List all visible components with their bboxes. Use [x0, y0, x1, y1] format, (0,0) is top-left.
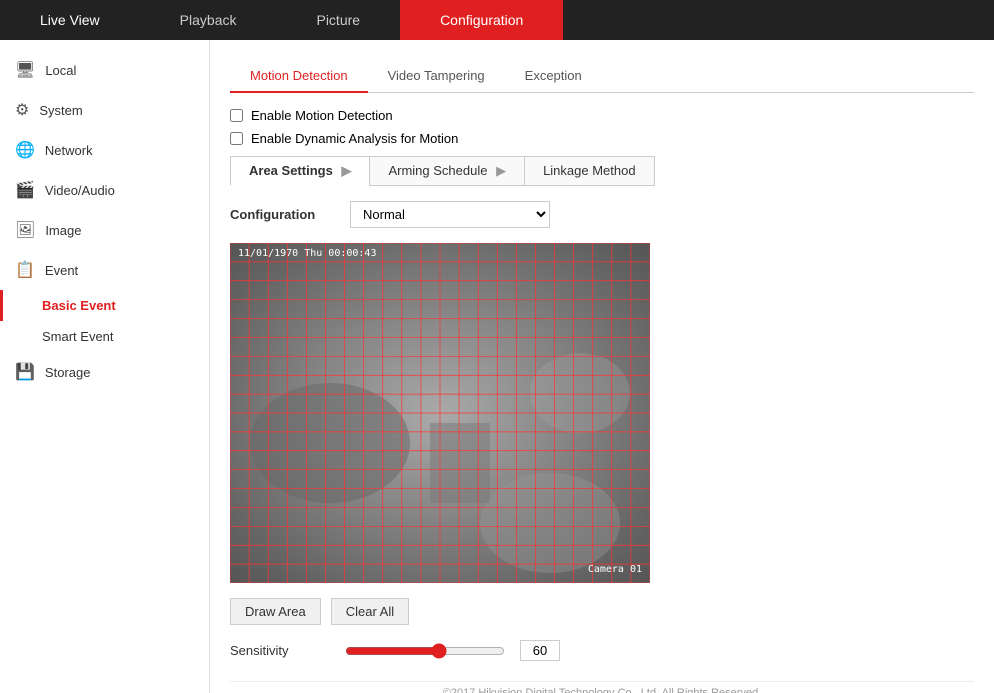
tab-motion-detection[interactable]: Motion Detection	[230, 60, 368, 93]
sidebar-item-system[interactable]: ⚙ System	[0, 90, 209, 130]
arming-schedule-arrow: ▶	[496, 163, 506, 179]
footer: ©2017 Hikvision Digital Technology Co., …	[230, 681, 974, 693]
nav-configuration[interactable]: Configuration	[400, 0, 563, 40]
sidebar-item-local[interactable]: 🖥 Local	[0, 50, 209, 90]
camera-label: Camera 01	[588, 564, 642, 575]
enable-motion-row: Enable Motion Detection	[230, 108, 974, 123]
nav-playback[interactable]: Playback	[140, 0, 277, 40]
area-settings-arrow: ▶	[341, 163, 351, 179]
sub-tab-arming-schedule[interactable]: Arming Schedule ▶	[369, 156, 524, 186]
network-icon: 🌐	[15, 140, 35, 160]
top-navigation: Live View Playback Picture Configuration	[0, 0, 994, 40]
content-area: Motion Detection Video Tampering Excepti…	[210, 40, 994, 693]
sensitivity-slider[interactable]	[345, 643, 505, 659]
tab-exception[interactable]: Exception	[505, 60, 602, 93]
local-icon: 🖥	[15, 60, 35, 80]
button-row: Draw Area Clear All	[230, 598, 974, 625]
sensitivity-row: Sensitivity	[230, 640, 974, 661]
nav-live-view[interactable]: Live View	[0, 0, 140, 40]
camera-timestamp: 11/01/1970 Thu 00:00:43	[238, 248, 376, 259]
storage-icon: 💾	[15, 362, 35, 382]
sidebar-item-storage[interactable]: 💾 Storage	[0, 352, 209, 392]
configuration-select[interactable]: Normal Expert	[350, 201, 550, 228]
nav-picture[interactable]: Picture	[276, 0, 400, 40]
sub-tab-area-settings[interactable]: Area Settings ▶	[230, 156, 369, 186]
main-tabs: Motion Detection Video Tampering Excepti…	[230, 60, 974, 93]
enable-dynamic-label: Enable Dynamic Analysis for Motion	[251, 131, 458, 146]
sidebar-sub-item-basic-event[interactable]: Basic Event	[0, 290, 209, 321]
tab-video-tampering[interactable]: Video Tampering	[368, 60, 505, 93]
sidebar-item-event[interactable]: 📋 Event	[0, 250, 209, 290]
sidebar-item-network[interactable]: 🌐 Network	[0, 130, 209, 170]
event-icon: 📋	[15, 260, 35, 280]
enable-motion-checkbox[interactable]	[230, 109, 243, 122]
image-icon: 🖼	[15, 220, 35, 240]
sub-tabs: Area Settings ▶ Arming Schedule ▶ Linkag…	[230, 156, 974, 186]
sidebar-item-image[interactable]: 🖼 Image	[0, 210, 209, 250]
sidebar-item-videoaudio[interactable]: 🎬 Video/Audio	[0, 170, 209, 210]
clear-all-button[interactable]: Clear All	[331, 598, 409, 625]
sensitivity-value-input[interactable]	[520, 640, 560, 661]
configuration-label: Configuration	[230, 207, 350, 222]
motion-grid-container[interactable]: 11/01/1970 Thu 00:00:43 Camera 01	[230, 243, 650, 583]
sidebar: 🖥 Local ⚙ System 🌐 Network 🎬 Video/Audio…	[0, 40, 210, 693]
sidebar-sub-item-smart-event[interactable]: Smart Event	[0, 321, 209, 352]
sub-tab-linkage-method[interactable]: Linkage Method	[524, 156, 655, 186]
main-layout: 🖥 Local ⚙ System 🌐 Network 🎬 Video/Audio…	[0, 40, 994, 693]
enable-motion-label: Enable Motion Detection	[251, 108, 393, 123]
system-icon: ⚙	[15, 100, 29, 120]
draw-area-button[interactable]: Draw Area	[230, 598, 321, 625]
sensitivity-label: Sensitivity	[230, 643, 330, 658]
configuration-row: Configuration Normal Expert	[230, 201, 974, 228]
enable-dynamic-row: Enable Dynamic Analysis for Motion	[230, 131, 974, 146]
videoaudio-icon: 🎬	[15, 180, 35, 200]
enable-dynamic-checkbox[interactable]	[230, 132, 243, 145]
